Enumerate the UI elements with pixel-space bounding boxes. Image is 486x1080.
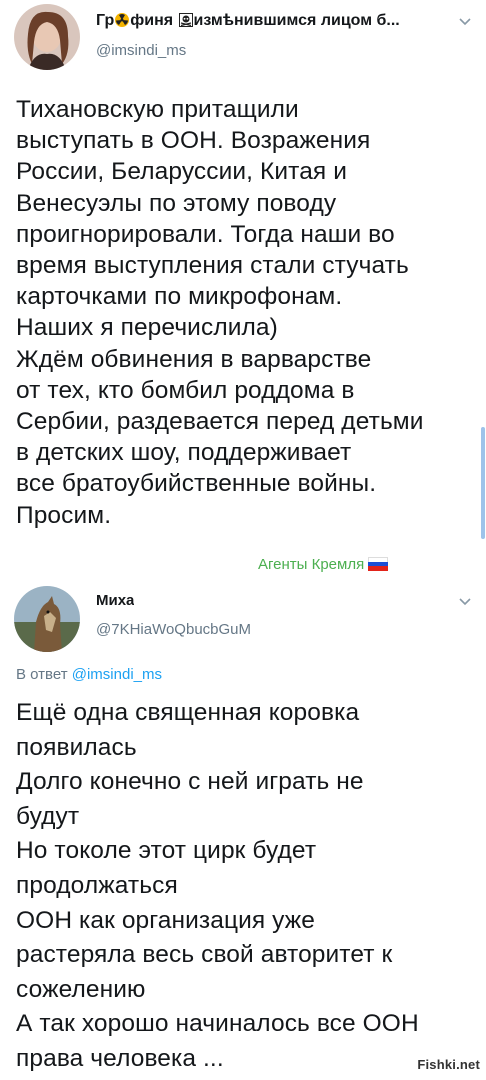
display-name[interactable]: Миха: [96, 592, 134, 609]
scrollbar[interactable]: [481, 427, 485, 539]
skull-crossbones-icon: [178, 13, 193, 27]
tweet-text: Ещё одна священная коровка появилась Дол…: [16, 699, 419, 1072]
tweet-original: Гр финя измѣнившимся лицом б... @imsindi_…: [0, 0, 486, 580]
user-handle[interactable]: @7KHiaWoQbucbGuM: [96, 621, 251, 638]
display-name[interactable]: Гр финя измѣнившимся лицом б...: [96, 12, 456, 30]
tweet-reply: Миха @7KHiaWoQbucbGuM В ответ @imsindi_m…: [0, 580, 486, 1080]
chevron-down-icon[interactable]: [458, 14, 472, 26]
sticker-label: Агенты Кремля: [258, 556, 389, 573]
chevron-down-icon[interactable]: [458, 594, 472, 606]
avatar[interactable]: [14, 586, 80, 652]
reply-context: В ответ @imsindi_ms: [16, 666, 162, 683]
russian-flag-icon: [368, 557, 389, 571]
user-handle[interactable]: @imsindi_ms: [96, 42, 186, 59]
radioactive-icon: [115, 13, 130, 27]
avatar[interactable]: [14, 4, 80, 70]
reply-mention-link[interactable]: @imsindi_ms: [72, 666, 162, 683]
watermark: Fishki.net: [417, 1057, 480, 1072]
tweet-text: Тихановскую притащили выступать в ООН. В…: [16, 96, 424, 529]
